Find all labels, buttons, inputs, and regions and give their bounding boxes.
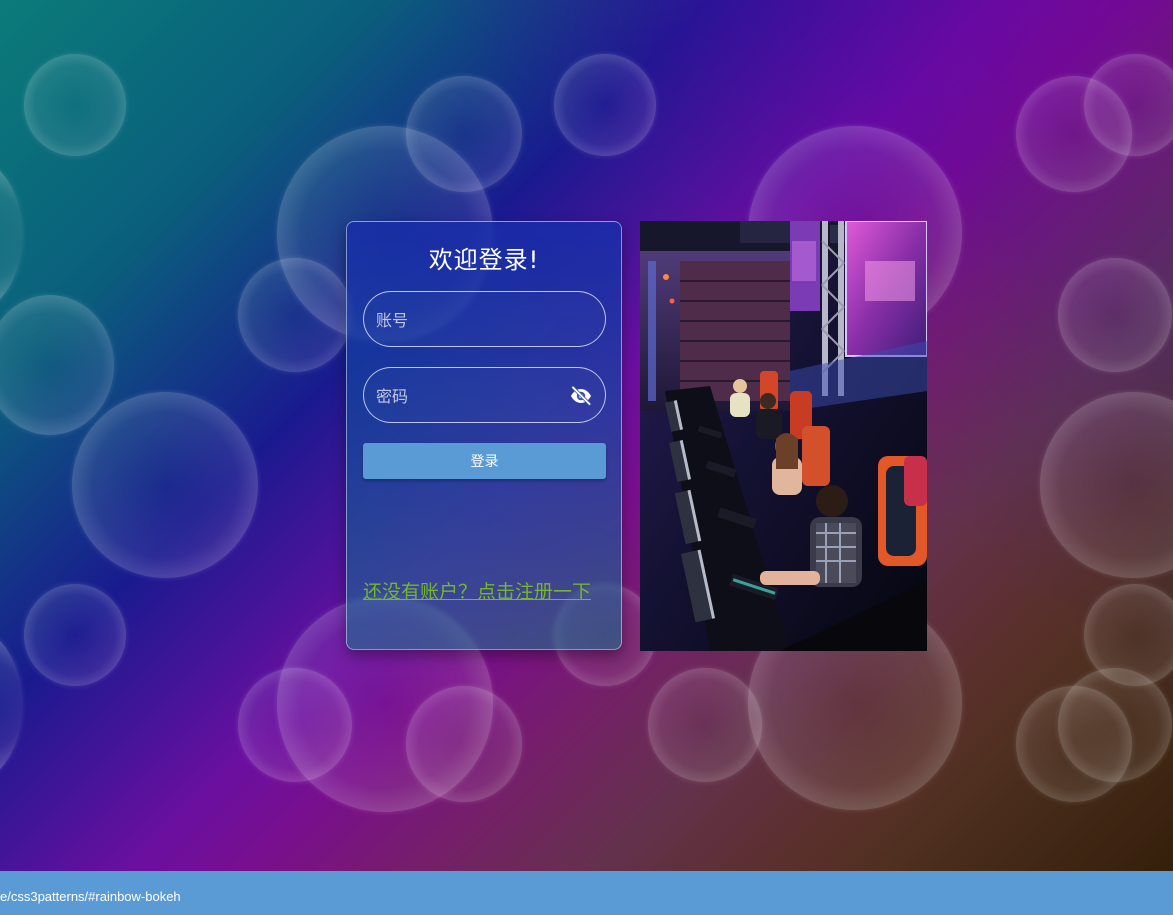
password-field[interactable]	[363, 367, 606, 424]
account-field[interactable]	[363, 291, 606, 348]
bokeh-bubble	[406, 686, 522, 802]
esports-photo	[640, 221, 927, 651]
password-input[interactable]	[374, 368, 568, 424]
bokeh-bubble	[238, 668, 352, 782]
bokeh-bubble	[238, 258, 352, 372]
bokeh-bubble	[648, 668, 762, 782]
bokeh-bubble	[554, 54, 656, 156]
login-button[interactable]: 登录	[363, 443, 606, 479]
bokeh-bubble	[0, 160, 22, 310]
status-bar: e/css3patterns/#rainbow-bokeh	[0, 871, 1173, 915]
account-input[interactable]	[374, 292, 568, 348]
bokeh-bubble	[0, 630, 22, 780]
bokeh-bubble	[24, 54, 126, 156]
bokeh-bubble	[72, 392, 258, 578]
login-title: 欢迎登录!	[428, 246, 540, 274]
bokeh-bubble	[1058, 668, 1172, 782]
bokeh-bubble	[406, 76, 522, 192]
bokeh-background: 欢迎登录! 登录 还没有账户？点击注册一下	[0, 0, 1173, 915]
bokeh-bubble	[24, 584, 126, 686]
status-url-text: e/css3patterns/#rainbow-bokeh	[0, 889, 181, 904]
bokeh-bubble	[0, 295, 114, 435]
register-link[interactable]: 还没有账户？点击注册一下	[363, 577, 591, 604]
bokeh-bubble	[1058, 258, 1172, 372]
eye-off-icon[interactable]	[569, 384, 593, 408]
esports-photo-illustration	[640, 221, 927, 651]
login-card: 欢迎登录! 登录 还没有账户？点击注册一下	[346, 221, 622, 650]
bokeh-bubble	[1040, 392, 1173, 578]
